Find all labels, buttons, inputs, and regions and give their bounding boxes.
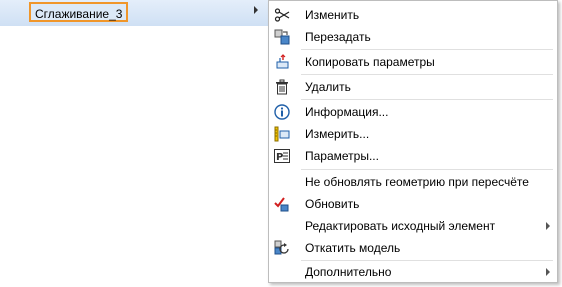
menu-separator (301, 74, 553, 75)
menu-item-measure[interactable]: Измерить... (269, 123, 557, 145)
menu-item-label: Дополнительно (305, 265, 392, 279)
menu-separator (301, 169, 553, 170)
submenu-arrow-icon (546, 222, 550, 230)
menu-item-more[interactable]: Дополнительно (269, 261, 557, 283)
update-check-icon (274, 196, 290, 212)
svg-text:P: P (276, 152, 283, 163)
copy-params-icon (274, 54, 290, 70)
menu-item-redefine[interactable]: Перезадать (269, 26, 557, 48)
tree-item-label[interactable]: Сглаживание_3 (29, 2, 129, 22)
menu-item-label: Изменить (305, 8, 360, 22)
menu-item-delete[interactable]: Удалить (269, 76, 557, 98)
tree-expand-arrow-icon (254, 6, 258, 14)
menu-item-label: Обновить (305, 197, 360, 211)
menu-separator (301, 99, 553, 100)
submenu-arrow-icon (546, 268, 550, 276)
menu-item-label: Информация... (305, 105, 389, 119)
edit-scissors-icon (274, 7, 290, 23)
menu-item-no-update-geometry[interactable]: Не обновлять геометрию при пересчёте (269, 171, 557, 193)
menu-item-params[interactable]: P Параметры... (269, 145, 557, 167)
context-menu: Изменить Перезадать Копировать параметры (268, 0, 558, 283)
menu-item-label: Откатить модель (305, 241, 401, 255)
menu-item-label: Параметры... (305, 149, 379, 163)
measure-icon (274, 126, 290, 142)
menu-item-label: Измерить... (305, 127, 370, 141)
menu-item-rollback[interactable]: Откатить модель (269, 237, 557, 259)
menu-item-copy-params[interactable]: Копировать параметры (269, 51, 557, 73)
tree-row-selected[interactable]: Сглаживание_3 (0, 0, 268, 26)
menu-item-label: Копировать параметры (305, 55, 435, 69)
menu-item-label: Удалить (305, 80, 351, 94)
info-icon (274, 104, 290, 120)
menu-separator (301, 49, 553, 50)
trash-icon (274, 79, 290, 95)
menu-item-label: Перезадать (305, 30, 371, 44)
menu-item-edit[interactable]: Изменить (269, 4, 557, 26)
menu-item-info[interactable]: Информация... (269, 101, 557, 123)
redefine-icon (274, 29, 290, 45)
menu-item-edit-source[interactable]: Редактировать исходный элемент (269, 215, 557, 237)
params-icon: P (274, 148, 290, 164)
rollback-icon (274, 240, 290, 256)
menu-item-update[interactable]: Обновить (269, 193, 557, 215)
menu-item-label: Редактировать исходный элемент (305, 219, 496, 233)
menu-item-label: Не обновлять геометрию при пересчёте (305, 175, 529, 189)
